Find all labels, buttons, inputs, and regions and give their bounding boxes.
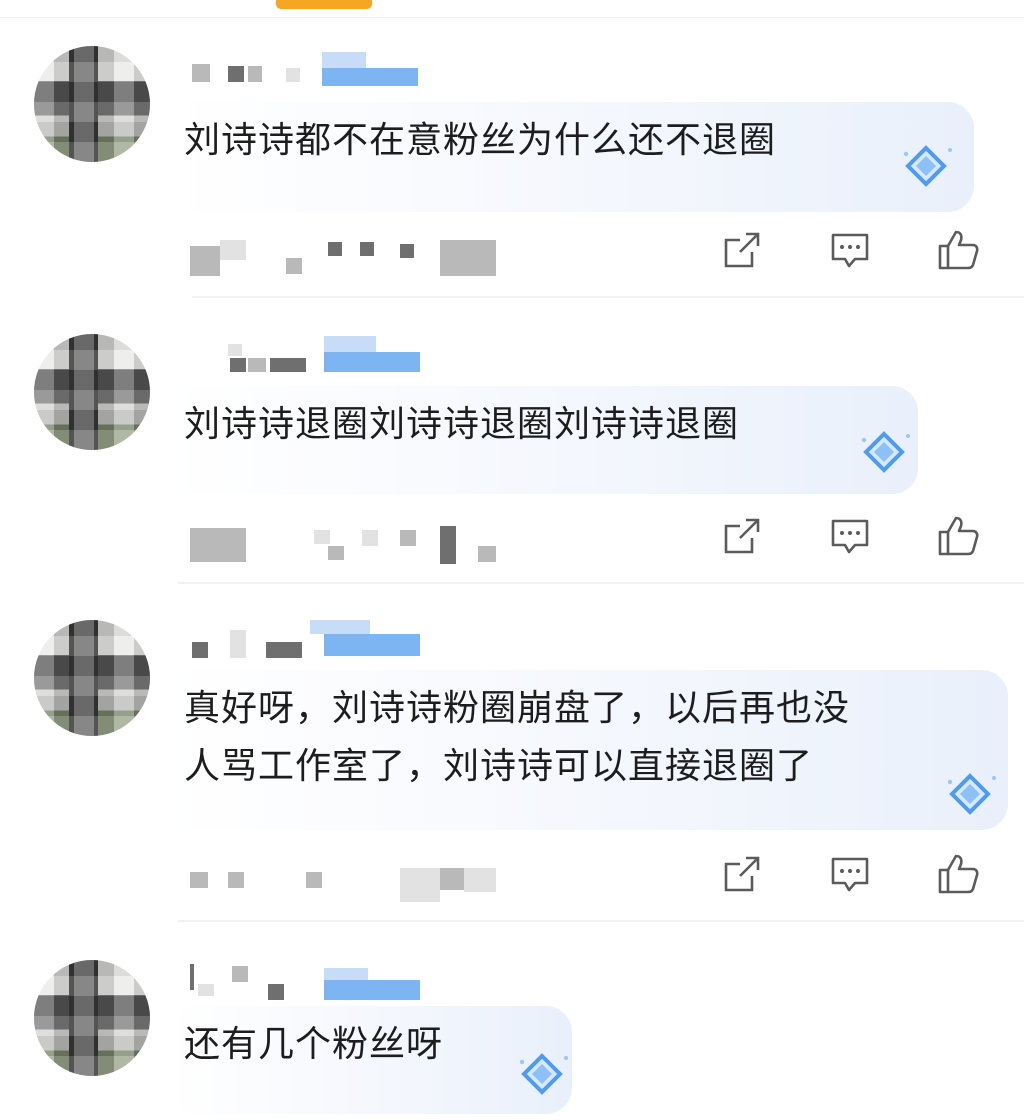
comment-actions	[720, 514, 980, 558]
comment-bubble: 刘诗诗退圈刘诗诗退圈刘诗诗退圈	[170, 386, 918, 494]
comment-text: 真好呀，刘诗诗粉圈崩盘了，以后再也没 人骂工作室了，刘诗诗可以直接退圈了	[184, 688, 851, 787]
comment-icon	[831, 233, 869, 268]
comment-meta	[190, 236, 510, 276]
active-tab-indicator	[276, 0, 372, 9]
comment-meta	[190, 858, 510, 902]
comment-text: 刘诗诗都不在意粉丝为什么还不退圈	[184, 120, 777, 161]
like-button[interactable]	[936, 514, 980, 558]
like-button[interactable]	[936, 852, 980, 896]
comment-bubble: 真好呀，刘诗诗粉圈崩盘了，以后再也没 人骂工作室了，刘诗诗可以直接退圈了	[170, 670, 1008, 830]
comment-icon	[831, 857, 869, 892]
comment-divider	[178, 582, 1024, 584]
avatar[interactable]	[34, 46, 150, 162]
share-button[interactable]	[720, 228, 764, 272]
avatar[interactable]	[34, 620, 150, 736]
comment-text: 还有几个粉丝呀	[184, 1024, 444, 1065]
share-icon	[724, 518, 760, 554]
comment-text: 刘诗诗退圈刘诗诗退圈刘诗诗退圈	[184, 404, 740, 445]
username[interactable]	[190, 960, 430, 1000]
comment-meta	[190, 520, 510, 564]
comment-button[interactable]	[828, 852, 872, 896]
username[interactable]	[190, 52, 430, 86]
comment-button[interactable]	[828, 514, 872, 558]
diamond-badge-icon	[903, 145, 952, 187]
comment-divider	[178, 920, 1024, 922]
diamond-badge-icon	[947, 773, 996, 815]
share-icon	[724, 856, 760, 892]
username[interactable]	[190, 336, 430, 372]
comment-bubble: 刘诗诗都不在意粉丝为什么还不退圈	[170, 102, 974, 212]
share-button[interactable]	[720, 514, 764, 558]
thumbs-up-icon	[938, 230, 979, 270]
comment-actions	[720, 228, 980, 272]
thumbs-up-icon	[938, 854, 979, 894]
comment-icon	[831, 519, 869, 554]
comment-actions	[720, 852, 980, 896]
diamond-badge-icon	[519, 1053, 568, 1095]
share-icon	[724, 232, 760, 268]
share-button[interactable]	[720, 852, 764, 896]
avatar[interactable]	[34, 334, 150, 450]
comment-divider	[192, 296, 1024, 298]
username[interactable]	[190, 620, 430, 658]
header-divider	[0, 17, 1024, 18]
like-button[interactable]	[936, 228, 980, 272]
comment-button[interactable]	[828, 228, 872, 272]
diamond-badge-icon	[861, 431, 910, 473]
avatar[interactable]	[34, 960, 150, 1076]
thumbs-up-icon	[938, 516, 979, 556]
